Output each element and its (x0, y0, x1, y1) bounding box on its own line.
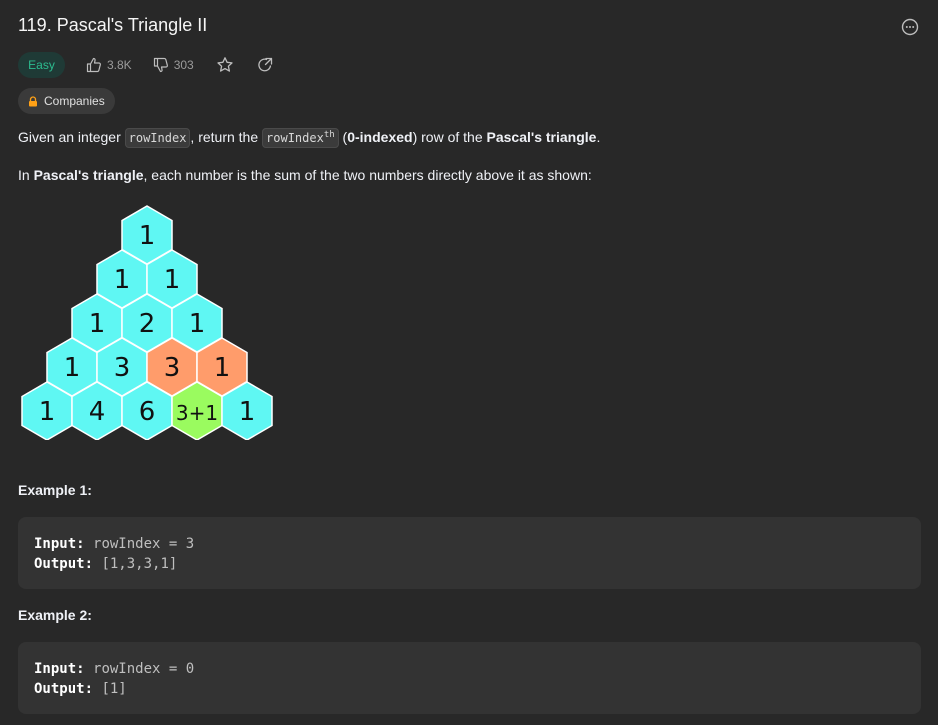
bold-pascals-triangle: Pascal's triangle (486, 129, 597, 145)
example-1-code-block: Input: rowIndex = 3 Output: [1,3,3,1] (18, 517, 921, 589)
inline-code-rowindex: rowIndex (124, 128, 191, 148)
triangle-cell-value: 1 (114, 265, 131, 295)
star-icon (217, 57, 233, 72)
description-paragraph-2: In Pascal's triangle, each number is the… (18, 167, 592, 183)
bold-zero-indexed: 0-indexed (347, 129, 413, 145)
triangle-cell-value: 1 (89, 309, 106, 339)
description-paragraph-1: Given an integer rowIndex, return the ro… (18, 128, 600, 148)
example-2-output: Output: [1] (34, 681, 127, 697)
favorite-button[interactable] (216, 56, 234, 74)
difficulty-badge: Easy (18, 52, 65, 78)
triangle-cell-value: 2 (139, 309, 156, 339)
inline-code-rowindex-th: rowIndexth (262, 128, 339, 148)
example-2-input: Input: rowIndex = 0 (34, 661, 195, 677)
triangle-cell-value: 1 (164, 265, 181, 295)
dislike-button[interactable]: 303 (153, 57, 194, 73)
pascals-triangle-image: 11 11 2 11 3 3 11 4 6 3+1 1 (21, 205, 273, 440)
example-2-title: Example 2: (18, 607, 92, 623)
problem-title: 119. Pascal's Triangle II (18, 15, 208, 35)
share-button[interactable] (256, 56, 274, 74)
like-button[interactable]: 3.8K (86, 57, 132, 73)
triangle-cell-value: 6 (139, 397, 156, 427)
share-icon (258, 57, 272, 72)
triangle-cell-value: 1 (214, 353, 231, 383)
problem-meta-row: Easy 3.8K 303 (18, 52, 274, 78)
triangle-cell-value: 1 (239, 397, 256, 427)
example-2-code-block: Input: rowIndex = 0 Output: [1] (18, 642, 921, 714)
dislike-count: 303 (173, 58, 194, 72)
triangle-cell-value: 3+1 (176, 401, 218, 425)
thumbs-up-icon (86, 57, 101, 73)
triangle-cell-value: 1 (189, 309, 206, 339)
companies-label: Companies (44, 94, 105, 108)
example-1-input: Input: rowIndex = 3 (34, 536, 195, 552)
triangle-cell-value: 1 (64, 353, 81, 383)
example-1-title: Example 1: (18, 482, 92, 498)
lock-icon (29, 95, 37, 106)
like-count: 3.8K (107, 58, 132, 72)
triangle-cell-value: 4 (89, 397, 106, 427)
triangle-cell-value: 3 (114, 353, 131, 383)
more-options-icon[interactable] (901, 18, 919, 36)
triangle-cell-value: 3 (164, 353, 181, 383)
thumbs-down-icon (153, 57, 168, 73)
triangle-cell-value: 1 (39, 397, 56, 427)
bold-pascals-triangle-2: Pascal's triangle (33, 167, 144, 183)
example-1-output: Output: [1,3,3,1] (34, 556, 178, 572)
triangle-cell-value: 1 (139, 221, 156, 251)
companies-tag[interactable]: Companies (18, 88, 115, 114)
